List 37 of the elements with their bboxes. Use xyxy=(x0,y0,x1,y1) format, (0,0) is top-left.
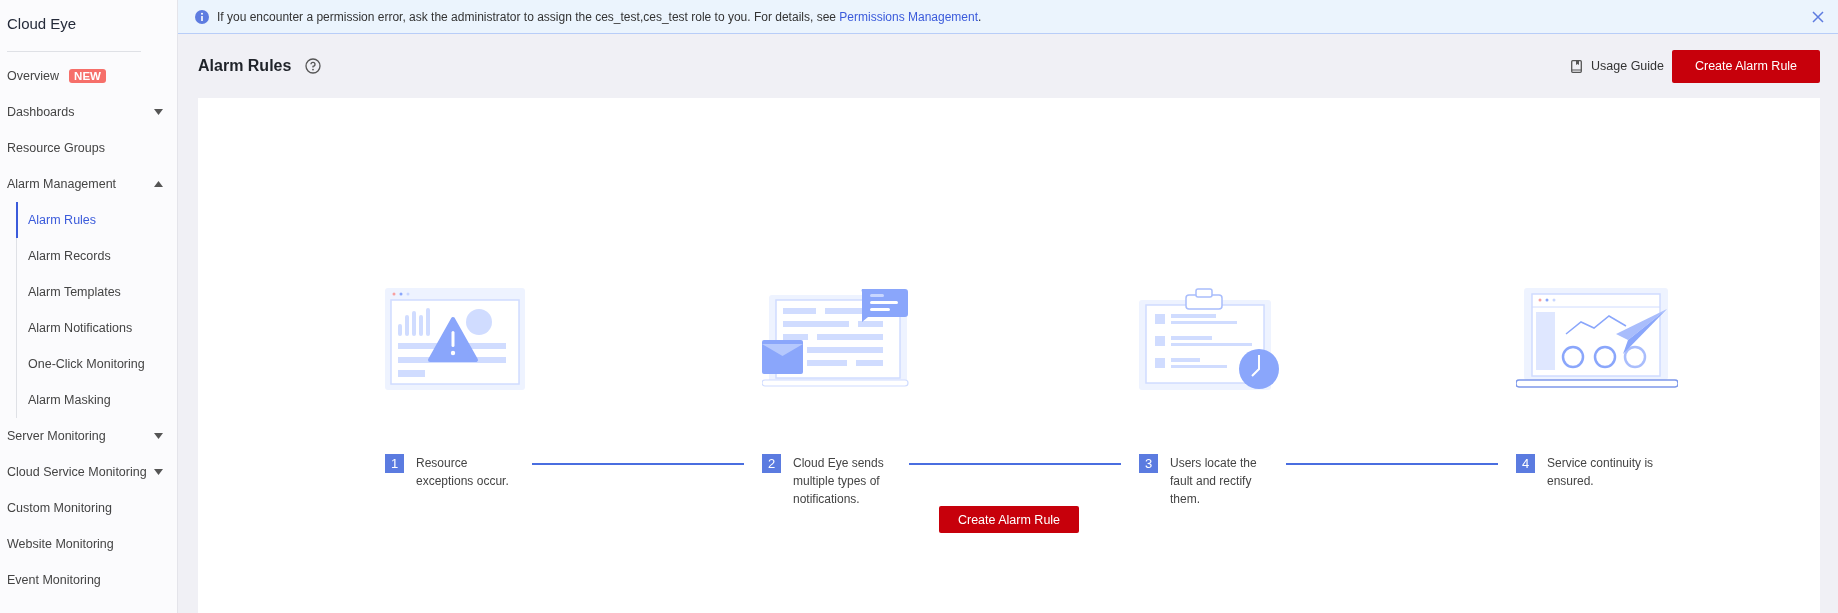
step-number: 1 xyxy=(385,454,404,473)
step-text: Users locate the fault and rectify them. xyxy=(1170,455,1258,508)
new-badge: NEW xyxy=(69,69,106,83)
sidebar-item[interactable]: Resource Groups xyxy=(7,130,177,166)
caret-icon[interactable] xyxy=(154,109,163,115)
help-icon[interactable] xyxy=(305,58,322,74)
close-icon[interactable] xyxy=(1812,10,1824,23)
sidebar-item[interactable]: Custom Monitoring xyxy=(7,490,177,526)
sidebar-item[interactable]: Event Monitoring xyxy=(7,562,177,598)
create-alarm-rule-button[interactable]: Create Alarm Rule xyxy=(939,506,1079,533)
book-icon xyxy=(1571,59,1583,73)
sidebar-subitem[interactable]: Alarm Records xyxy=(16,238,177,274)
sidebar-item[interactable]: Server Monitoring xyxy=(7,418,177,454)
usage-guide-link[interactable]: Usage Guide xyxy=(1571,59,1664,73)
step-number: 3 xyxy=(1139,454,1158,473)
create-alarm-rule-button[interactable]: Create Alarm Rule xyxy=(1672,49,1820,83)
permission-notice: If you encounter a permission error, ask the administrator to assign the ces_test,ces_test role to you. For details, see Permissions Management. xyxy=(217,9,983,24)
info-icon xyxy=(195,9,209,24)
step-number: 4 xyxy=(1516,454,1535,473)
sidebar-subitem[interactable]: One-Click Monitoring xyxy=(16,346,177,382)
sidebar-item[interactable]: Overview NEW xyxy=(7,58,177,94)
caret-icon[interactable] xyxy=(154,181,163,187)
sidebar-item[interactable]: Cloud Service Monitoring xyxy=(7,454,177,490)
sidebar-subitem[interactable]: Alarm Templates xyxy=(16,274,177,310)
step-text: Service continuity is ensured. xyxy=(1547,455,1655,490)
step-number: 2 xyxy=(762,454,781,473)
page-title: Alarm Rules xyxy=(198,57,292,75)
service-title: Cloud Eye xyxy=(7,15,78,34)
sidebar-item[interactable]: Website Monitoring xyxy=(7,526,177,562)
caret-icon[interactable] xyxy=(154,433,163,439)
sidebar-item[interactable]: Alarm Management xyxy=(7,166,177,202)
caret-icon[interactable] xyxy=(154,469,163,475)
sidebar-subitem[interactable]: Alarm Masking xyxy=(16,382,177,418)
step-text: Resource exceptions occur. xyxy=(416,455,510,490)
sidebar-item[interactable]: Dashboards xyxy=(7,94,177,130)
step-text: Cloud Eye sends multiple types of notifications. xyxy=(793,455,885,508)
sidebar-subitem[interactable]: Alarm Notifications xyxy=(16,310,177,346)
